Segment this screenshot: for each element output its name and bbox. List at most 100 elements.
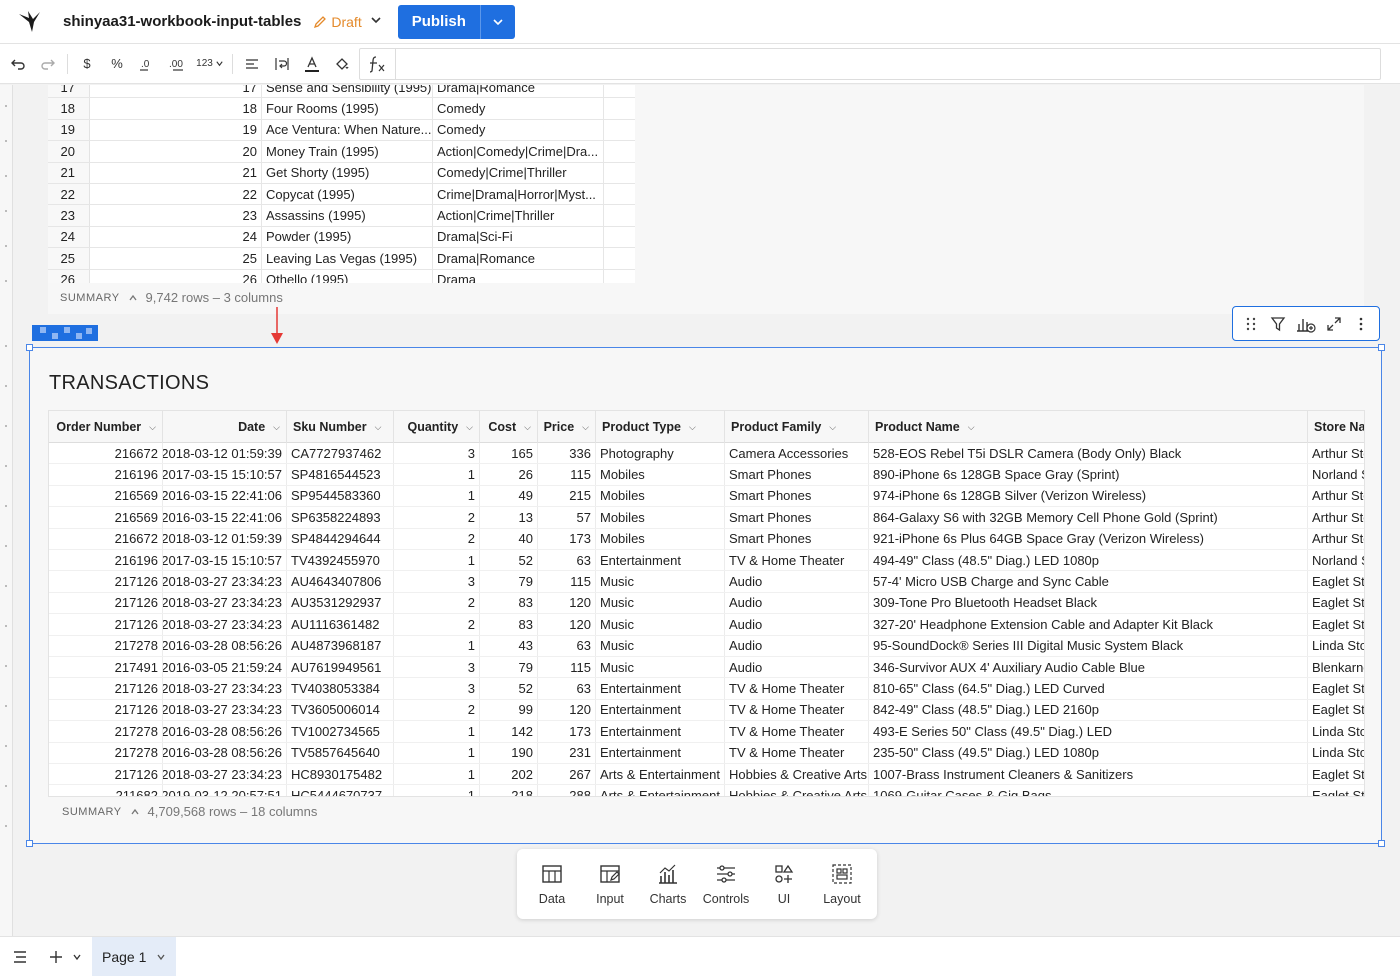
table-cell[interactable]: TV & Home Theater bbox=[725, 699, 869, 721]
dock-layout-button[interactable]: Layout bbox=[814, 862, 870, 906]
table-row[interactable]: 211682 2019-03-12 20:57:51 HC5444670737 1 21… bbox=[49, 785, 1364, 796]
decrease-decimal-icon[interactable]: .0 bbox=[132, 50, 162, 78]
table-cell[interactable]: 346-Survivor AUX 4' Auxiliary Audio Cabl… bbox=[869, 657, 1308, 678]
resize-handle[interactable] bbox=[1378, 344, 1385, 351]
movie-title-cell[interactable]: Get Shorty (1995) bbox=[261, 162, 432, 183]
table-cell[interactable]: 494-49" Class (48.5" Diag.) LED 1080p bbox=[869, 550, 1308, 571]
table-row[interactable]: 217126 2018-03-27 23:34:23 TV4038053384 3 52… bbox=[49, 678, 1364, 700]
movie-title-cell[interactable]: Powder (1995) bbox=[261, 226, 432, 248]
empty-cell[interactable] bbox=[603, 248, 635, 269]
movies-row[interactable]: 20 20 Money Train (1995) Action|Comedy|Crim… bbox=[48, 141, 635, 163]
table-row[interactable]: 217126 2018-03-27 23:34:23 AU1116361482 2 83… bbox=[49, 614, 1364, 636]
movie-genres-cell[interactable]: Crime|Drama|Horror|Myst... bbox=[432, 184, 603, 205]
percent-format-button[interactable]: % bbox=[102, 50, 132, 78]
table-cell[interactable]: Entertainment bbox=[596, 550, 725, 571]
table-cell[interactable]: 216672 bbox=[49, 528, 163, 549]
table-cell[interactable]: 2018-03-27 23:34:23 bbox=[163, 592, 287, 614]
table-row[interactable]: 217126 2018-03-27 23:34:23 AU4643407806 3 79… bbox=[49, 571, 1364, 593]
table-cell[interactable]: 217278 bbox=[49, 721, 163, 742]
table-cell[interactable]: Smart Phones bbox=[725, 464, 869, 485]
table-cell[interactable]: 2016-03-28 08:56:26 bbox=[163, 742, 287, 763]
row-number[interactable]: 21 bbox=[48, 162, 90, 183]
table-cell[interactable]: 3 bbox=[394, 657, 480, 678]
movie-id-cell[interactable]: 26 bbox=[90, 272, 261, 283]
function-icon[interactable] bbox=[360, 49, 396, 79]
movie-id-cell[interactable]: 19 bbox=[90, 122, 261, 137]
table-cell[interactable]: 1 bbox=[394, 635, 480, 656]
movie-title-cell[interactable]: Money Train (1995) bbox=[261, 141, 432, 162]
table-cell[interactable]: 120 bbox=[538, 614, 596, 635]
table-cell[interactable]: 216672 bbox=[49, 443, 163, 464]
movie-id-cell[interactable]: 22 bbox=[90, 187, 261, 202]
column-header[interactable]: Order Number ⌵ bbox=[49, 411, 163, 443]
table-cell[interactable]: 2 bbox=[394, 528, 480, 549]
table-cell[interactable]: Mobiles bbox=[596, 528, 725, 549]
empty-cell[interactable] bbox=[603, 269, 635, 283]
table-cell[interactable]: 52 bbox=[480, 550, 538, 571]
table-cell[interactable]: Eaglet Sto bbox=[1308, 593, 1364, 613]
movies-row[interactable]: 24 24 Powder (1995) Drama|Sci-Fi bbox=[48, 226, 635, 249]
row-number[interactable]: 26 bbox=[48, 269, 90, 283]
table-cell[interactable]: 57 bbox=[538, 507, 596, 528]
table-cell[interactable]: 890-iPhone 6s 128GB Space Gray (Sprint) bbox=[869, 464, 1308, 485]
table-cell[interactable]: 1 bbox=[394, 485, 480, 507]
table-cell[interactable]: Mobiles bbox=[596, 507, 725, 528]
transactions-table-element[interactable]: TRANSACTIONS Order Number ⌵ Date ⌵ Sku Numbe… bbox=[26, 344, 1385, 847]
page-tab-page-1[interactable]: Page 1 bbox=[92, 936, 177, 976]
currency-format-button[interactable]: $ bbox=[72, 50, 102, 78]
table-row[interactable]: 217126 2018-03-27 23:34:23 AU3531292937 2 83… bbox=[49, 592, 1364, 615]
table-cell[interactable]: Music bbox=[596, 592, 725, 614]
app-logo-icon[interactable] bbox=[16, 8, 44, 36]
transactions-summary[interactable]: SUMMARY 4,709,568 rows – 18 columns bbox=[62, 804, 317, 819]
table-cell[interactable]: 1 bbox=[394, 721, 480, 742]
movie-genres-cell[interactable]: Drama bbox=[432, 269, 603, 283]
movie-genres-cell[interactable]: Action|Crime|Thriller bbox=[432, 205, 603, 226]
expand-icon[interactable] bbox=[1322, 312, 1346, 336]
chevron-down-icon[interactable]: ⌵ bbox=[582, 422, 589, 433]
table-cell[interactable]: 173 bbox=[538, 528, 596, 549]
empty-cell[interactable] bbox=[603, 119, 635, 141]
movie-title-cell[interactable]: Assassins (1995) bbox=[261, 205, 432, 226]
add-chart-icon[interactable] bbox=[1294, 312, 1318, 336]
empty-cell[interactable] bbox=[603, 205, 635, 226]
movie-title-cell[interactable]: Sense and Sensibility (1995) bbox=[261, 85, 432, 98]
table-cell[interactable]: Audio bbox=[725, 657, 869, 678]
table-cell[interactable]: 1069-Guitar Cases & Gig Bags bbox=[869, 785, 1308, 796]
movies-row[interactable]: 21 21 Get Shorty (1995) Comedy|Crime|Thrill… bbox=[48, 162, 635, 184]
table-cell[interactable]: Linda Sto bbox=[1308, 721, 1364, 741]
row-number[interactable]: 18 bbox=[48, 98, 90, 119]
table-cell[interactable]: AU7619949561 bbox=[287, 657, 394, 678]
table-cell[interactable]: 217491 bbox=[49, 657, 163, 678]
table-cell[interactable]: Entertainment bbox=[596, 721, 725, 742]
table-cell[interactable]: 810-65" Class (64.5" Diag.) LED Curved bbox=[869, 678, 1308, 699]
table-cell[interactable]: 2017-03-15 15:10:57 bbox=[163, 464, 287, 485]
table-cell[interactable]: 1 bbox=[394, 742, 480, 763]
table-cell[interactable]: 2 bbox=[394, 507, 480, 528]
column-header[interactable]: Store Nam bbox=[1308, 411, 1364, 443]
table-cell[interactable]: 115 bbox=[538, 657, 596, 678]
table-cell[interactable]: 79 bbox=[480, 571, 538, 592]
table-cell[interactable]: 120 bbox=[538, 699, 596, 721]
table-cell[interactable]: 217126 bbox=[49, 592, 163, 614]
chevron-down-icon[interactable] bbox=[70, 943, 84, 971]
column-header[interactable]: Date ⌵ bbox=[163, 411, 287, 443]
table-cell[interactable]: Eaglet Sto bbox=[1308, 571, 1364, 591]
table-cell[interactable]: 2019-03-12 20:57:51 bbox=[163, 785, 287, 796]
table-cell[interactable]: 2 bbox=[394, 699, 480, 721]
table-cell[interactable]: 842-49" Class (48.5" Diag.) LED 2160p bbox=[869, 699, 1308, 721]
dock-controls-button[interactable]: Controls bbox=[698, 862, 754, 906]
column-header[interactable]: Price ⌵ bbox=[538, 411, 596, 443]
chevron-down-icon[interactable]: ⌵ bbox=[968, 422, 975, 433]
column-header[interactable]: Product Name ⌵ bbox=[869, 411, 1308, 443]
table-cell[interactable]: Norland S bbox=[1308, 550, 1364, 570]
table-title[interactable]: TRANSACTIONS bbox=[49, 372, 209, 395]
movie-id-cell[interactable]: 25 bbox=[90, 251, 261, 266]
table-cell[interactable]: 63 bbox=[538, 550, 596, 571]
chevron-down-icon[interactable] bbox=[156, 952, 166, 962]
table-cell[interactable]: Smart Phones bbox=[725, 528, 869, 549]
table-cell[interactable]: HC8930175482 bbox=[287, 764, 394, 785]
table-cell[interactable]: Eaglet Sto bbox=[1308, 700, 1364, 720]
table-cell[interactable]: 216569 bbox=[49, 507, 163, 528]
empty-cell[interactable] bbox=[603, 184, 635, 205]
table-cell[interactable]: AU4873968187 bbox=[287, 635, 394, 656]
